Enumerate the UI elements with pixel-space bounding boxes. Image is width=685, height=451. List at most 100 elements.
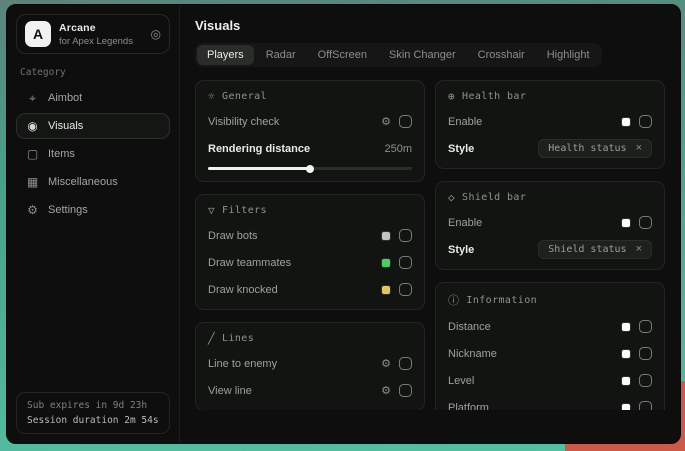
tab-skin-changer[interactable]: Skin Changer — [379, 45, 466, 65]
row-label: Line to enemy — [208, 358, 277, 370]
gear-icon[interactable]: ⚙ — [381, 115, 391, 128]
draw-teammates-checkbox[interactable] — [399, 256, 412, 269]
section-title: General — [222, 91, 267, 102]
section-information: ⓘ Information Distance Nickname — [435, 282, 665, 410]
section-lines: ╱ Lines Line to enemy ⚙ View line ⚙ — [195, 322, 425, 410]
health-enable-color-swatch[interactable] — [621, 117, 631, 127]
app-logo: A — [25, 21, 51, 47]
row-label: Enable — [448, 116, 482, 128]
row-label: Level — [448, 375, 474, 387]
session-duration-text: Session duration 2m 54s — [27, 415, 159, 426]
sub-expires-text: Sub expires in 9d 23h — [27, 400, 159, 411]
row-label: Enable — [448, 217, 482, 229]
grid-icon: ▦ — [26, 175, 39, 189]
sidebar-item-aimbot[interactable]: ⌖ Aimbot — [16, 85, 170, 111]
shield-enable-checkbox[interactable] — [639, 216, 652, 229]
app-window: A Arcane for Apex Legends ◎ Category ⌖ A… — [6, 4, 681, 444]
close-icon[interactable]: × — [636, 143, 642, 154]
row-label: Draw knocked — [208, 284, 278, 296]
shield-style-select[interactable]: Shield status × — [538, 240, 652, 259]
app-subtitle: for Apex Legends — [59, 36, 143, 47]
sidebar-item-items[interactable]: ▢ Items — [16, 141, 170, 167]
sidebar-item-label: Visuals — [48, 120, 83, 132]
shield-enable-color-swatch[interactable] — [621, 218, 631, 228]
gear-icon: ⚙ — [26, 203, 39, 217]
row-label: Style — [448, 143, 474, 155]
level-checkbox[interactable] — [639, 374, 652, 387]
sidebar-item-settings[interactable]: ⚙ Settings — [16, 197, 170, 223]
health-style-value: Health status — [548, 143, 626, 154]
tab-crosshair[interactable]: Crosshair — [468, 45, 535, 65]
draw-knocked-checkbox[interactable] — [399, 283, 412, 296]
draw-bots-checkbox[interactable] — [399, 229, 412, 242]
page-title: Visuals — [195, 18, 665, 33]
sidebar: A Arcane for Apex Legends ◎ Category ⌖ A… — [7, 5, 180, 443]
sidebar-item-miscellaneous[interactable]: ▦ Miscellaneous — [16, 169, 170, 195]
shield-icon: ◇ — [448, 191, 455, 204]
sun-icon: ☼ — [208, 90, 215, 103]
draw-knocked-color-swatch[interactable] — [381, 285, 391, 295]
distance-color-swatch[interactable] — [621, 322, 631, 332]
rendering-distance-slider[interactable] — [208, 167, 412, 170]
slider-fill — [208, 167, 310, 170]
diagonal-line-icon: ╱ — [208, 332, 215, 345]
level-color-swatch[interactable] — [621, 376, 631, 386]
app-name: Arcane — [59, 22, 143, 34]
gear-icon[interactable]: ⚙ — [381, 384, 391, 397]
distance-checkbox[interactable] — [639, 320, 652, 333]
subscription-info-card: Sub expires in 9d 23h Session duration 2… — [16, 392, 170, 434]
nickname-color-swatch[interactable] — [621, 349, 631, 359]
row-label: Style — [448, 244, 474, 256]
sidebar-item-label: Aimbot — [48, 92, 82, 104]
row-label: View line — [208, 385, 252, 397]
close-icon[interactable]: × — [636, 244, 642, 255]
info-icon: ⓘ — [448, 292, 459, 308]
shield-style-value: Shield status — [548, 244, 626, 255]
sidebar-item-label: Settings — [48, 204, 88, 216]
row-label: Rendering distance — [208, 143, 310, 155]
row-label: Platform — [448, 402, 489, 411]
main-content: Visuals Players Radar OffScreen Skin Cha… — [180, 5, 680, 443]
health-enable-checkbox[interactable] — [639, 115, 652, 128]
row-label: Distance — [448, 321, 491, 333]
section-title: Lines — [222, 333, 254, 344]
tab-radar[interactable]: Radar — [256, 45, 306, 65]
line-to-enemy-checkbox[interactable] — [399, 357, 412, 370]
tab-offscreen[interactable]: OffScreen — [308, 45, 377, 65]
section-title: Information — [466, 295, 537, 306]
draw-bots-color-swatch[interactable] — [381, 231, 391, 241]
sidebar-item-visuals[interactable]: ◉ Visuals — [16, 113, 170, 139]
row-label: Nickname — [448, 348, 497, 360]
sidebar-item-label: Miscellaneous — [48, 176, 118, 188]
health-style-select[interactable]: Health status × — [538, 139, 652, 158]
platform-color-swatch[interactable] — [621, 403, 631, 411]
row-label: Draw bots — [208, 230, 258, 242]
section-health-bar: ⊕ Health bar Enable Style Health stat — [435, 80, 665, 169]
package-icon: ▢ — [26, 147, 39, 161]
visibility-check-checkbox[interactable] — [399, 115, 412, 128]
section-shield-bar: ◇ Shield bar Enable Style Shield stat — [435, 181, 665, 270]
scan-eye-icon: ◉ — [26, 119, 39, 133]
rendering-distance-value: 250m — [384, 143, 412, 155]
app-header-card: A Arcane for Apex Legends ◎ — [16, 14, 170, 54]
sidebar-item-label: Items — [48, 148, 75, 160]
tab-bar: Players Radar OffScreen Skin Changer Cro… — [195, 43, 602, 67]
health-icon: ⊕ — [448, 90, 455, 103]
section-title: Shield bar — [462, 192, 526, 203]
nickname-checkbox[interactable] — [639, 347, 652, 360]
section-title: Health bar — [462, 91, 526, 102]
tab-highlight[interactable]: Highlight — [537, 45, 600, 65]
view-line-checkbox[interactable] — [399, 384, 412, 397]
row-label: Visibility check — [208, 116, 279, 128]
section-general: ☼ General Visibility check ⚙ Rendering d… — [195, 80, 425, 182]
platform-checkbox[interactable] — [639, 401, 652, 410]
target-icon[interactable]: ◎ — [151, 27, 161, 41]
section-title: Filters — [222, 205, 267, 216]
slider-knob[interactable] — [306, 165, 314, 173]
gear-icon[interactable]: ⚙ — [381, 357, 391, 370]
crosshair-icon: ⌖ — [26, 91, 39, 106]
tab-players[interactable]: Players — [197, 45, 254, 65]
draw-teammates-color-swatch[interactable] — [381, 258, 391, 268]
section-filters: ▽ Filters Draw bots Draw teammates — [195, 194, 425, 310]
row-label: Draw teammates — [208, 257, 291, 269]
